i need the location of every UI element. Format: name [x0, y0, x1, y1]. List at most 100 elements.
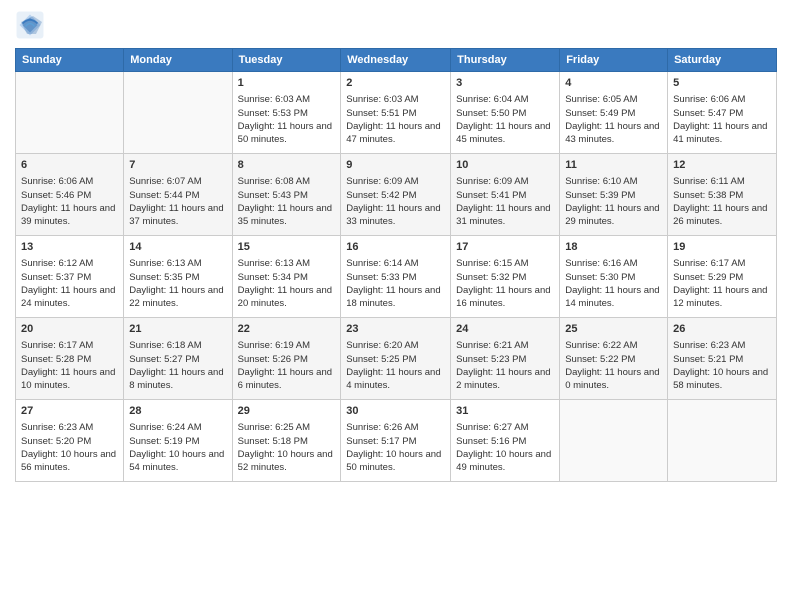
- calendar-cell: 23 Sunrise: 6:20 AM Sunset: 5:25 PM Dayli…: [341, 318, 451, 400]
- calendar-cell: 10 Sunrise: 6:09 AM Sunset: 5:41 PM Dayli…: [451, 154, 560, 236]
- day-number: 27: [21, 404, 118, 419]
- day-info: Sunrise: 6:18 AM Sunset: 5:27 PM Dayligh…: [129, 339, 226, 392]
- day-info: Sunrise: 6:10 AM Sunset: 5:39 PM Dayligh…: [565, 175, 662, 228]
- day-info: Sunrise: 6:15 AM Sunset: 5:32 PM Dayligh…: [456, 257, 554, 310]
- weekday-header: Monday: [124, 49, 232, 72]
- day-number: 28: [129, 404, 226, 419]
- weekday-header: Tuesday: [232, 49, 341, 72]
- calendar-cell: 21 Sunrise: 6:18 AM Sunset: 5:27 PM Dayli…: [124, 318, 232, 400]
- page: SundayMondayTuesdayWednesdayThursdayFrid…: [0, 0, 792, 612]
- day-info: Sunrise: 6:07 AM Sunset: 5:44 PM Dayligh…: [129, 175, 226, 228]
- day-info: Sunrise: 6:03 AM Sunset: 5:51 PM Dayligh…: [346, 93, 445, 146]
- calendar-cell: 15 Sunrise: 6:13 AM Sunset: 5:34 PM Dayli…: [232, 236, 341, 318]
- day-info: Sunrise: 6:13 AM Sunset: 5:34 PM Dayligh…: [238, 257, 336, 310]
- day-number: 15: [238, 240, 336, 255]
- day-number: 3: [456, 76, 554, 91]
- day-info: Sunrise: 6:22 AM Sunset: 5:22 PM Dayligh…: [565, 339, 662, 392]
- day-number: 30: [346, 404, 445, 419]
- day-info: Sunrise: 6:08 AM Sunset: 5:43 PM Dayligh…: [238, 175, 336, 228]
- weekday-header: Saturday: [668, 49, 777, 72]
- day-number: 10: [456, 158, 554, 173]
- calendar-cell: 6 Sunrise: 6:06 AM Sunset: 5:46 PM Daylig…: [16, 154, 124, 236]
- day-number: 1: [238, 76, 336, 91]
- day-info: Sunrise: 6:05 AM Sunset: 5:49 PM Dayligh…: [565, 93, 662, 146]
- calendar-cell: [124, 72, 232, 154]
- day-info: Sunrise: 6:09 AM Sunset: 5:42 PM Dayligh…: [346, 175, 445, 228]
- day-number: 20: [21, 322, 118, 337]
- calendar-cell: [560, 400, 668, 482]
- calendar-cell: 22 Sunrise: 6:19 AM Sunset: 5:26 PM Dayli…: [232, 318, 341, 400]
- calendar-cell: 11 Sunrise: 6:10 AM Sunset: 5:39 PM Dayli…: [560, 154, 668, 236]
- day-info: Sunrise: 6:20 AM Sunset: 5:25 PM Dayligh…: [346, 339, 445, 392]
- day-number: 5: [673, 76, 771, 91]
- logo: [15, 10, 49, 40]
- day-info: Sunrise: 6:06 AM Sunset: 5:47 PM Dayligh…: [673, 93, 771, 146]
- calendar-cell: 14 Sunrise: 6:13 AM Sunset: 5:35 PM Dayli…: [124, 236, 232, 318]
- calendar-cell: 29Sunrise: 6:25 AM Sunset: 5:18 PM Dayli…: [232, 400, 341, 482]
- day-info: Sunrise: 6:06 AM Sunset: 5:46 PM Dayligh…: [21, 175, 118, 228]
- day-info: Sunrise: 6:12 AM Sunset: 5:37 PM Dayligh…: [21, 257, 118, 310]
- day-info: Sunrise: 6:21 AM Sunset: 5:23 PM Dayligh…: [456, 339, 554, 392]
- logo-icon: [15, 10, 45, 40]
- day-info: Sunrise: 6:24 AM Sunset: 5:19 PM Dayligh…: [129, 421, 226, 474]
- calendar-cell: [668, 400, 777, 482]
- day-number: 13: [21, 240, 118, 255]
- calendar-week-row: 6 Sunrise: 6:06 AM Sunset: 5:46 PM Daylig…: [16, 154, 777, 236]
- day-number: 2: [346, 76, 445, 91]
- day-number: 11: [565, 158, 662, 173]
- day-info: Sunrise: 6:13 AM Sunset: 5:35 PM Dayligh…: [129, 257, 226, 310]
- header: [15, 10, 777, 40]
- weekday-header: Thursday: [451, 49, 560, 72]
- day-number: 24: [456, 322, 554, 337]
- day-info: Sunrise: 6:14 AM Sunset: 5:33 PM Dayligh…: [346, 257, 445, 310]
- calendar-cell: 1 Sunrise: 6:03 AM Sunset: 5:53 PM Daylig…: [232, 72, 341, 154]
- day-number: 7: [129, 158, 226, 173]
- day-number: 9: [346, 158, 445, 173]
- calendar-cell: 4 Sunrise: 6:05 AM Sunset: 5:49 PM Daylig…: [560, 72, 668, 154]
- day-info: Sunrise: 6:03 AM Sunset: 5:53 PM Dayligh…: [238, 93, 336, 146]
- day-number: 22: [238, 322, 336, 337]
- calendar-week-row: 27 Sunrise: 6:23 AM Sunset: 5:20 PM Dayli…: [16, 400, 777, 482]
- day-info: Sunrise: 6:11 AM Sunset: 5:38 PM Dayligh…: [673, 175, 771, 228]
- day-number: 31: [456, 404, 554, 419]
- calendar-cell: 8 Sunrise: 6:08 AM Sunset: 5:43 PM Daylig…: [232, 154, 341, 236]
- day-info: Sunrise: 6:19 AM Sunset: 5:26 PM Dayligh…: [238, 339, 336, 392]
- calendar-cell: 9 Sunrise: 6:09 AM Sunset: 5:42 PM Daylig…: [341, 154, 451, 236]
- calendar-cell: 13 Sunrise: 6:12 AM Sunset: 5:37 PM Dayli…: [16, 236, 124, 318]
- calendar-cell: 26Sunrise: 6:23 AM Sunset: 5:21 PM Dayli…: [668, 318, 777, 400]
- calendar-cell: 30Sunrise: 6:26 AM Sunset: 5:17 PM Dayli…: [341, 400, 451, 482]
- calendar-cell: 17 Sunrise: 6:15 AM Sunset: 5:32 PM Dayli…: [451, 236, 560, 318]
- calendar-cell: 20 Sunrise: 6:17 AM Sunset: 5:28 PM Dayli…: [16, 318, 124, 400]
- calendar-cell: 12 Sunrise: 6:11 AM Sunset: 5:38 PM Dayli…: [668, 154, 777, 236]
- day-info: Sunrise: 6:04 AM Sunset: 5:50 PM Dayligh…: [456, 93, 554, 146]
- calendar-cell: 5 Sunrise: 6:06 AM Sunset: 5:47 PM Daylig…: [668, 72, 777, 154]
- weekday-header: Wednesday: [341, 49, 451, 72]
- day-number: 18: [565, 240, 662, 255]
- weekday-header: Friday: [560, 49, 668, 72]
- day-number: 17: [456, 240, 554, 255]
- calendar-week-row: 20 Sunrise: 6:17 AM Sunset: 5:28 PM Dayli…: [16, 318, 777, 400]
- calendar-cell: 2 Sunrise: 6:03 AM Sunset: 5:51 PM Daylig…: [341, 72, 451, 154]
- day-number: 25: [565, 322, 662, 337]
- day-number: 16: [346, 240, 445, 255]
- day-number: 14: [129, 240, 226, 255]
- day-number: 21: [129, 322, 226, 337]
- day-info: Sunrise: 6:23 AM Sunset: 5:20 PM Dayligh…: [21, 421, 118, 474]
- day-info: Sunrise: 6:17 AM Sunset: 5:29 PM Dayligh…: [673, 257, 771, 310]
- calendar-cell: 7 Sunrise: 6:07 AM Sunset: 5:44 PM Daylig…: [124, 154, 232, 236]
- day-info: Sunrise: 6:17 AM Sunset: 5:28 PM Dayligh…: [21, 339, 118, 392]
- day-number: 8: [238, 158, 336, 173]
- day-number: 23: [346, 322, 445, 337]
- weekday-header-row: SundayMondayTuesdayWednesdayThursdayFrid…: [16, 49, 777, 72]
- calendar-cell: 25 Sunrise: 6:22 AM Sunset: 5:22 PM Dayli…: [560, 318, 668, 400]
- calendar-cell: 24 Sunrise: 6:21 AM Sunset: 5:23 PM Dayli…: [451, 318, 560, 400]
- calendar-cell: 19Sunrise: 6:17 AM Sunset: 5:29 PM Dayli…: [668, 236, 777, 318]
- calendar-table: SundayMondayTuesdayWednesdayThursdayFrid…: [15, 48, 777, 482]
- day-number: 29: [238, 404, 336, 419]
- day-info: Sunrise: 6:09 AM Sunset: 5:41 PM Dayligh…: [456, 175, 554, 228]
- day-number: 4: [565, 76, 662, 91]
- calendar-cell: 3 Sunrise: 6:04 AM Sunset: 5:50 PM Daylig…: [451, 72, 560, 154]
- day-number: 12: [673, 158, 771, 173]
- calendar-cell: 18Sunrise: 6:16 AM Sunset: 5:30 PM Dayli…: [560, 236, 668, 318]
- day-number: 6: [21, 158, 118, 173]
